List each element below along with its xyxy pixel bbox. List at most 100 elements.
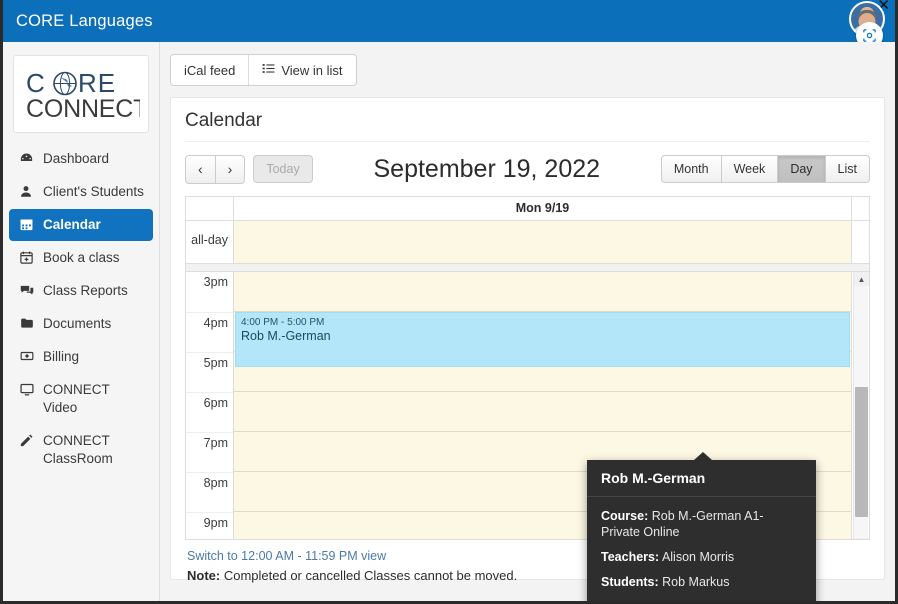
grid-divider [186, 264, 869, 272]
dashboard-icon [19, 150, 36, 166]
user-icon [19, 183, 36, 199]
sidebar-item-label: Book a class [43, 250, 120, 265]
ical-feed-label: iCal feed [184, 62, 236, 78]
time-axis: 3pm 4pm 5pm 6pm 7pm 8pm 9pm [186, 272, 234, 539]
time-slot-label: 9pm [186, 512, 233, 539]
popup-row-label: Teachers: [601, 550, 660, 564]
popup-row-value: Alison Morris [661, 550, 735, 564]
event-time: 4:00 PM - 5:00 PM [241, 317, 325, 328]
time-slot-label: 4pm [186, 312, 233, 352]
sidebar-item-label: CONNECT Video [43, 382, 110, 415]
popup-row-students: Students: Rob Markus [601, 574, 802, 590]
today-button[interactable]: Today [253, 155, 313, 183]
nav-button-group: ‹ › [185, 154, 246, 184]
sidebar-item-label: Calendar [43, 217, 101, 232]
header-gutter [852, 197, 869, 220]
sidebar-item-calendar[interactable]: Calendar [9, 209, 153, 241]
list-icon [262, 62, 275, 78]
monitor-icon [19, 381, 36, 397]
calendar-plus-icon [19, 249, 36, 265]
sidebar-item-billing[interactable]: Billing [9, 341, 153, 373]
svg-text:C: C [26, 68, 46, 98]
sidebar-item-clients-students[interactable]: Client's Students [9, 176, 153, 208]
sidebar-item-dashboard[interactable]: Dashboard [9, 143, 153, 175]
time-slot-label: 6pm [186, 392, 233, 432]
svg-text:RE: RE [78, 68, 116, 98]
sidebar-item-book-a-class[interactable]: Book a class [9, 242, 153, 274]
sidebar-item-label: Dashboard [43, 151, 110, 166]
calendar-card: Calendar ‹ › Today September 19, 2022 Mo… [170, 97, 885, 601]
sidebar-item-class-reports[interactable]: Class Reports [9, 275, 153, 307]
scrollbar-thumb[interactable] [855, 387, 868, 517]
popup-row-location: Location: Online [601, 599, 802, 601]
folder-icon [19, 315, 36, 330]
sidebar-item-label: CONNECT ClassRoom [43, 433, 113, 466]
money-icon [19, 348, 36, 363]
time-slot-label: 7pm [186, 432, 233, 472]
calendar-icon [19, 216, 36, 232]
core-connect-logo-icon: C RE CONNECT [26, 68, 140, 123]
calendar-header: ‹ › Today September 19, 2022 Month Week … [185, 154, 870, 184]
all-day-label: all-day [186, 221, 234, 263]
chevron-left-icon: ‹ [198, 160, 203, 177]
all-day-gutter [852, 221, 869, 263]
popup-row-label: Course: [601, 509, 649, 523]
event-title: Rob M.-German [241, 329, 331, 343]
time-slot-label: 8pm [186, 472, 233, 512]
popup-row-course: Course: Rob M.-German A1-Private Online [601, 508, 802, 540]
sidebar: C RE CONNECT Dashboard Client's Students [3, 42, 160, 601]
popup-row-label: Location: [601, 600, 657, 601]
comments-icon [19, 282, 36, 298]
time-slot-label: 5pm [186, 352, 233, 392]
view-list-button[interactable]: List [824, 155, 870, 183]
app-window: CORE Languages ✕ C RE CONNECT Dashboard … [0, 0, 898, 604]
next-button[interactable]: › [214, 154, 246, 184]
calendar-title: September 19, 2022 [373, 154, 601, 183]
sidebar-item-connect-video[interactable]: CONNECT Video [9, 374, 153, 424]
calendar-toolbar: iCal feed View in list [170, 54, 357, 86]
view-in-list-label: View in list [281, 62, 343, 78]
grid-row [234, 392, 851, 432]
popup-row-label: Students: [601, 575, 659, 589]
view-week-button[interactable]: Week [720, 155, 779, 183]
all-day-row: all-day [186, 221, 869, 264]
event-details-popup: Rob M.-German Course: Rob M.-German A1-P… [587, 452, 816, 601]
app-header-bar: CORE Languages [3, 0, 895, 42]
sidebar-item-documents[interactable]: Documents [9, 308, 153, 340]
chevron-right-icon: › [227, 160, 233, 177]
sidebar-item-label: Billing [43, 349, 80, 364]
app-title: CORE Languages [16, 11, 153, 30]
time-slot-label: 3pm [203, 275, 228, 289]
view-switcher: Month Week Day List [660, 155, 870, 183]
popup-title: Rob M.-German [587, 460, 816, 497]
axis-corner [186, 197, 234, 220]
page-title: Calendar [185, 110, 870, 142]
scroll-gutter: ▲ ▼ [852, 272, 869, 539]
calendar-day-header-row: Mon 9/19 [186, 197, 869, 221]
ical-feed-button[interactable]: iCal feed [171, 55, 250, 85]
day-header: Mon 9/19 [234, 197, 852, 220]
view-day-button[interactable]: Day [777, 155, 826, 183]
svg-text:CONNECT: CONNECT [26, 95, 140, 123]
main-content: iCal feed View in list Calendar ‹ › Toda… [160, 42, 895, 601]
sidebar-item-connect-classroom[interactable]: CONNECT ClassRoom [9, 425, 153, 475]
calendar-event[interactable]: 4:00 PM - 5:00 PM Rob M.-German [235, 312, 850, 367]
sidebar-item-label: Class Reports [43, 283, 128, 298]
scroll-up-icon[interactable]: ▲ [854, 272, 869, 286]
view-month-button[interactable]: Month [660, 155, 722, 183]
grid-row [234, 272, 851, 312]
popup-row-teachers: Teachers: Alison Morris [601, 549, 802, 565]
logo: C RE CONNECT [13, 55, 149, 133]
popup-arrow [694, 452, 712, 460]
note-label: Note: [187, 568, 221, 583]
all-day-cell[interactable] [234, 221, 852, 263]
popup-body: Course: Rob M.-German A1-Private Online … [587, 497, 816, 601]
view-in-list-button[interactable]: View in list [249, 55, 356, 85]
prev-button[interactable]: ‹ [185, 154, 216, 184]
sidebar-item-label: Client's Students [43, 184, 144, 199]
note-text: Completed or cancelled Classes cannot be… [223, 568, 518, 583]
vertical-scrollbar[interactable]: ▲ ▼ [853, 272, 869, 539]
scroll-down-icon[interactable]: ▼ [854, 538, 869, 539]
switch-view-link[interactable]: Switch to 12:00 AM - 11:59 PM view [187, 549, 386, 563]
popup-row-value: Online [661, 600, 697, 601]
